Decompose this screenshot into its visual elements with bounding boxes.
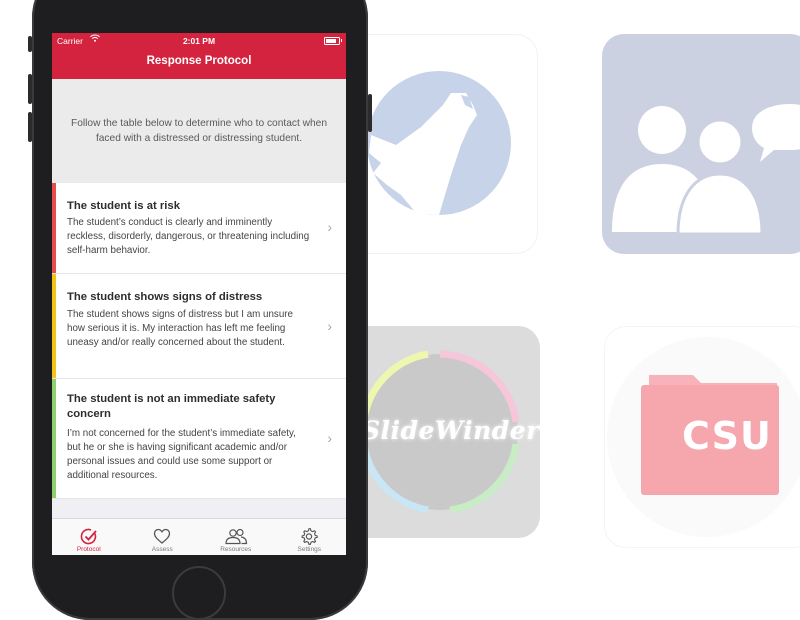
mute-switch — [28, 36, 32, 52]
page-title: Response Protocol — [146, 55, 252, 67]
protocol-row-at-risk[interactable]: The student is at risk The student’s con… — [52, 183, 346, 274]
users-chat-app-icon — [602, 34, 800, 254]
battery-tip — [340, 39, 342, 42]
row-title: The student shows signs of distress — [67, 291, 263, 303]
chevron-right-icon: › — [327, 318, 332, 334]
tab-label: Protocol — [76, 546, 101, 553]
row-color-bar — [52, 379, 56, 498]
protocol-row-distress[interactable]: The student shows signs of distress The … — [52, 274, 346, 379]
status-time: 2:01 PM — [182, 36, 216, 46]
row-description: The student shows signs of distress but … — [67, 309, 293, 348]
battery-icon — [324, 37, 340, 45]
chevron-right-icon: › — [327, 219, 332, 235]
volume-up-button — [28, 74, 32, 104]
tab-label: Assess — [151, 546, 173, 553]
gear-icon — [301, 528, 318, 545]
people-icon — [225, 528, 247, 545]
csu-label: CSU — [682, 414, 772, 458]
row-title: The student is not an immediate safety c… — [67, 393, 276, 420]
slidewinder-label: SlideWinder — [362, 416, 540, 445]
status-bar: Carrier 2:01 PM — [52, 33, 346, 47]
protocol-row-not-immediate[interactable]: The student is not an immediate safety c… — [52, 379, 346, 499]
row-color-bar — [52, 274, 56, 378]
power-button — [368, 94, 372, 132]
tab-bar: Protocol Assess Resources Settings — [52, 518, 346, 555]
intro-panel: Follow the table below to determine who … — [52, 79, 346, 183]
row-title: The student is at risk — [67, 200, 180, 212]
tab-settings[interactable]: Settings — [273, 519, 347, 555]
header: Carrier 2:01 PM Response Protocol — [52, 33, 346, 79]
row-color-bar — [52, 183, 56, 273]
row-description: I’m not concerned for the student’s imme… — [67, 428, 296, 481]
tab-resources[interactable]: Resources — [199, 519, 273, 555]
app-screen: Carrier 2:01 PM Response Protocol Follow… — [52, 33, 346, 555]
tab-label: Resources — [220, 546, 252, 553]
chevron-right-icon: › — [327, 430, 332, 446]
tab-protocol[interactable]: Protocol — [52, 519, 126, 555]
home-button[interactable] — [172, 566, 226, 620]
intro-text: Follow the table below to determine who … — [71, 118, 327, 144]
heart-icon — [154, 528, 171, 544]
tab-label: Settings — [297, 546, 322, 553]
tab-assess[interactable]: Assess — [126, 519, 200, 555]
check-circle-icon — [80, 528, 97, 545]
row-description: The student’s conduct is clearly and imm… — [67, 217, 310, 256]
volume-down-button — [28, 112, 32, 142]
